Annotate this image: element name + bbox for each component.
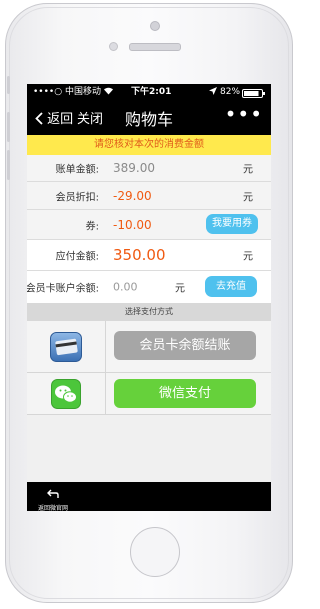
member-discount-label: 会员折扣:: [55, 192, 99, 203]
proximity-sensor: [109, 42, 118, 51]
bill-amount-unit: 元: [243, 164, 253, 176]
wifi-icon: [103, 84, 114, 100]
payment-method-header: 选择支付方式: [27, 303, 271, 321]
card-pay-row: 会员卡余额结账: [27, 321, 271, 373]
payable-amount-row: 应付金额: 350.00 元: [27, 240, 271, 271]
nav-bar: 返回 关闭 购物车 •••: [27, 100, 271, 135]
mute-switch: [7, 76, 10, 94]
status-bar: ••••○ 中国移动 下午2:01 82%: [27, 84, 271, 100]
member-card-pay-button[interactable]: 会员卡余额结账: [114, 331, 256, 360]
back-home-button[interactable]: 返回微官网: [35, 484, 71, 511]
battery-percent: 82%: [220, 87, 241, 97]
volume-down-button: [7, 150, 10, 180]
payable-amount-value: 350.00: [113, 246, 166, 264]
carrier-label: ••••○ 中国移动: [33, 87, 101, 97]
earpiece-speaker: [129, 43, 181, 51]
wechat-pay-row: 微信支付: [27, 373, 271, 415]
wechat-icon: [51, 379, 81, 409]
member-discount-unit: 元: [243, 192, 253, 203]
coupon-label: 券:: [85, 221, 99, 232]
volume-up-button: [7, 112, 10, 142]
card-balance-row: 会员卡账户余额: 0.00 元 去充值: [27, 271, 271, 303]
member-discount-value: -29.00: [113, 188, 152, 203]
bill-amount-value: 389.00: [113, 161, 155, 175]
home-button[interactable]: [130, 527, 180, 577]
card-balance-label: 会员卡账户余额:: [27, 283, 99, 295]
notice-banner: 请您核对本次的消费金额: [27, 135, 271, 155]
bank-card-icon: [50, 332, 82, 362]
coupon-value: -10.00: [113, 217, 152, 232]
phone-screen: ••••○ 中国移动 下午2:01 82% 返回 关闭 购物车 ••• 请您核对…: [27, 84, 271, 511]
card-balance-value: 0.00: [113, 280, 138, 294]
recharge-button[interactable]: 去充值: [205, 276, 257, 297]
wechat-pay-icon-cell: [27, 373, 106, 414]
use-coupon-button[interactable]: 我要用券: [206, 214, 258, 234]
return-arrow-icon: [47, 489, 59, 498]
member-discount-row: 会员折扣: -29.00 元: [27, 182, 271, 210]
coupon-row: 券: -10.00 我要用券: [27, 210, 271, 240]
location-icon: [209, 84, 217, 100]
payable-amount-unit: 元: [243, 251, 253, 263]
front-camera: [150, 21, 160, 31]
card-pay-icon-cell: [27, 321, 106, 372]
clock: 下午2:01: [131, 87, 172, 97]
wechat-pay-button[interactable]: 微信支付: [114, 379, 256, 408]
card-balance-unit: 元: [175, 283, 185, 295]
more-menu-button[interactable]: •••: [225, 102, 263, 126]
payable-amount-label: 应付金额:: [55, 251, 99, 263]
bill-amount-row: 账单金额: 389.00 元: [27, 155, 271, 182]
bill-amount-label: 账单金额:: [55, 164, 99, 176]
bottom-toolbar: 返回微官网: [27, 482, 271, 511]
back-home-label: 返回微官网: [37, 505, 68, 511]
